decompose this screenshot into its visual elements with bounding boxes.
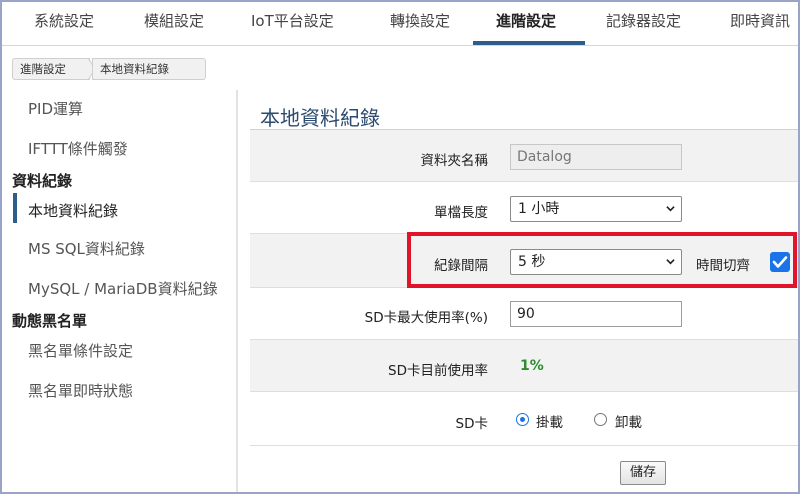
sd-max-usage-input[interactable]: 90 [510,301,682,327]
sd-max-usage-label: SD卡最大使用率(%) [364,310,488,326]
sd-mount-radio[interactable] [516,413,529,426]
tab-conversion-settings[interactable]: 轉換設定 [390,2,450,45]
tab-advanced-settings[interactable]: 進階設定 [496,2,556,45]
row-folder-name: 資料夾名稱 Datalog [250,130,798,182]
sidebar-item-blacklist-conditions[interactable]: 黑名單條件設定 [28,340,133,361]
sd-mount-label[interactable]: 掛載 [536,411,563,431]
sidebar-active-indicator [13,193,17,223]
folder-name-label: 資料夾名稱 [420,153,489,169]
breadcrumb-item-local-data-logging[interactable]: 本地資料紀錄 [92,58,206,80]
sidebar-item-local-data-logging[interactable]: 本地資料紀錄 [28,200,118,221]
sidebar-divider [236,90,238,492]
sd-unmount-radio[interactable] [594,413,607,426]
row-sd-max-usage: SD卡最大使用率(%) 90 [250,288,798,340]
tab-module-settings[interactable]: 模組設定 [144,2,204,45]
row-sd-card: SD卡 掛載 卸載 [250,392,798,446]
sidebar-item-mysql-logging[interactable]: MySQL / MariaDB資料紀錄 [28,278,218,299]
sidebar-group-data-logging: 資料紀錄 [12,172,73,190]
tab-realtime-info[interactable]: 即時資訊 [730,2,790,45]
sd-current-usage-label: SD卡目前使用率 [388,363,488,379]
row-sd-current-usage: SD卡目前使用率 1% [250,340,798,392]
tab-system-settings[interactable]: 系統設定 [34,2,94,45]
top-nav: 系統設定 模組設定 IoT平台設定 轉換設定 進階設定 記錄器設定 即時資訊 [2,2,798,46]
save-button[interactable]: 儲存 [620,461,666,485]
annotation-highlight-box [407,232,797,288]
page-title: 本地資料紀錄 [260,106,380,130]
sidebar: PID運算 IFTTT條件觸發 資料紀錄 本地資料紀錄 MS SQL資料紀錄 M… [2,90,236,492]
tab-iot-platform-settings[interactable]: IoT平台設定 [251,2,334,45]
sd-card-label: SD卡 [455,416,488,432]
tab-logger-settings[interactable]: 記錄器設定 [606,2,681,45]
sd-unmount-label[interactable]: 卸載 [615,411,642,431]
active-tab-indicator [473,41,585,45]
sd-current-usage-value: 1% [520,358,544,374]
breadcrumb-item-advanced-settings[interactable]: 進階設定 [12,58,90,80]
folder-name-input[interactable]: Datalog [510,144,682,170]
sidebar-item-pid[interactable]: PID運算 [28,98,83,119]
row-file-length: 單檔長度 1 小時 [250,182,798,234]
file-length-label: 單檔長度 [434,205,488,221]
sidebar-item-ifttt[interactable]: IFTTT條件觸發 [28,138,128,159]
file-length-value: 1 小時 [518,201,560,217]
sidebar-item-blacklist-status[interactable]: 黑名單即時狀態 [28,380,133,401]
chevron-down-icon [666,206,675,212]
sidebar-item-mssql-logging[interactable]: MS SQL資料紀錄 [28,238,145,259]
file-length-select[interactable]: 1 小時 [510,196,682,222]
sidebar-group-blacklist: 動態黑名單 [12,312,88,330]
